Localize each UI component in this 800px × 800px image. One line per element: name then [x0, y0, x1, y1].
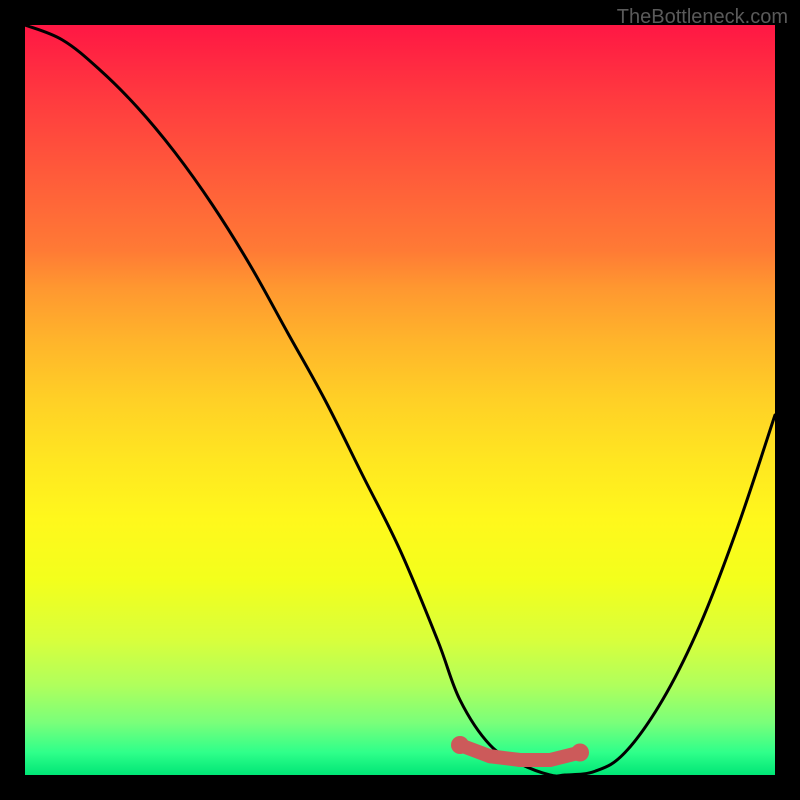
min-region-end [571, 744, 589, 762]
min-region-mid1 [483, 749, 497, 763]
min-region-mid2 [513, 753, 527, 767]
min-region-start [451, 736, 469, 754]
watermark-text: TheBottleneck.com [617, 6, 788, 29]
bottleneck-chart [25, 25, 775, 775]
min-region-mid3 [543, 753, 557, 767]
bottleneck-curve-line [25, 25, 775, 776]
min-region-markers [451, 736, 589, 767]
